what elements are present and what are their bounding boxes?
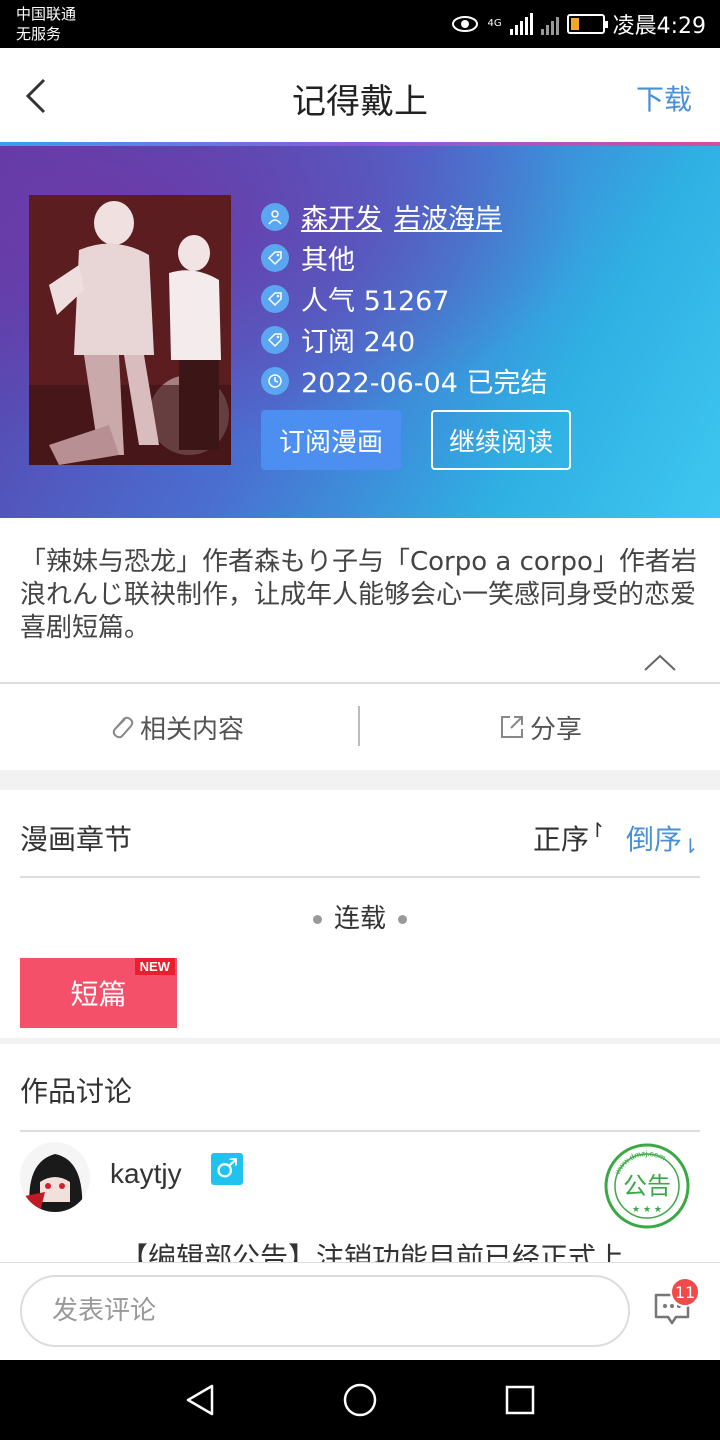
stamp-label: 公告 xyxy=(623,1172,671,1200)
nav-back-icon[interactable] xyxy=(180,1380,220,1420)
service-status: 无服务 xyxy=(16,25,62,43)
network-type-label: 4G xyxy=(487,18,502,29)
comment-bar: 11 xyxy=(0,1262,720,1360)
share-icon xyxy=(501,716,523,738)
banner-buttons: 订阅漫画 继续阅读 xyxy=(261,410,571,470)
stamp-stars-icon: ★ ★ ★ xyxy=(632,1205,662,1215)
system-nav-bar xyxy=(0,1360,720,1440)
chevron-up-icon[interactable] xyxy=(642,650,678,674)
male-gender-icon: ♂ xyxy=(211,1153,243,1185)
avatar[interactable] xyxy=(20,1142,90,1212)
sort-ascending-label: 正序 xyxy=(533,823,590,856)
clock-icon xyxy=(261,366,289,395)
subscription-count-text: 订阅 240 xyxy=(301,327,416,358)
section-gap xyxy=(0,770,720,790)
action-divider xyxy=(358,706,360,746)
comic-description: 「辣妹与恐龙」作者森もり子与「Corpo a corpo」作者岩浪れんじ联袂制作… xyxy=(20,547,697,643)
related-content-button[interactable]: 相关内容 xyxy=(106,684,244,770)
sort-ascending-button[interactable]: 正序↾ xyxy=(533,818,606,858)
carrier-name: 中国联通 xyxy=(16,5,77,23)
new-badge: NEW xyxy=(134,958,175,975)
cover-illustration xyxy=(29,195,231,465)
dot-icon xyxy=(398,915,407,924)
chapter-button[interactable]: 短篇 NEW xyxy=(20,958,177,1028)
discussion-section-title: 作品讨论 xyxy=(20,1075,133,1108)
subscription-row: 订阅 240 xyxy=(261,319,548,360)
share-label: 分享 xyxy=(530,714,583,745)
continue-reading-button[interactable]: 继续阅读 xyxy=(431,410,571,470)
category-text: 其他 xyxy=(301,245,355,276)
clock: 凌晨4:29 xyxy=(612,14,706,39)
tag-icon xyxy=(261,284,289,313)
date-status-text: 2022-06-04 已完结 xyxy=(301,368,548,399)
status-icons: 4G 凌晨4:29 xyxy=(451,8,706,40)
signal-2-icon xyxy=(540,13,559,35)
sort-descending-label: 倒序 xyxy=(626,823,683,856)
nav-home-icon[interactable] xyxy=(340,1380,380,1420)
section-gap xyxy=(0,1038,720,1044)
popularity-text: 人气 51267 xyxy=(301,286,450,317)
user-icon xyxy=(261,202,289,231)
dot-icon xyxy=(312,915,322,924)
comic-info: 森开发 岩波海岸 其他 人气 51267 订阅 240 2022-06-04 已… xyxy=(261,196,548,401)
carrier-info: 中国联通 无服务 xyxy=(16,4,76,44)
signal-icon xyxy=(509,13,533,35)
author-link[interactable]: 森开发 xyxy=(301,197,382,236)
comic-cover-image[interactable] xyxy=(29,195,231,465)
sort-down-icon: ⇂ xyxy=(682,834,699,858)
eye-icon xyxy=(452,16,479,32)
chapter-group-label: 连载 xyxy=(0,898,720,935)
message-count-badge: 11 xyxy=(670,1277,700,1307)
sort-up-icon: ↾ xyxy=(589,818,606,842)
chapter-group-text: 连载 xyxy=(333,904,386,934)
tag-icon xyxy=(261,243,289,272)
divider xyxy=(20,1130,700,1132)
announcement-stamp-icon: www.dmzj.com 公告 ★ ★ ★ xyxy=(604,1143,690,1229)
author-row: 森开发 岩波海岸 xyxy=(261,196,548,237)
page-title: 记得戴上 xyxy=(292,82,428,122)
related-content-label: 相关内容 xyxy=(140,714,245,745)
comment-input[interactable] xyxy=(20,1275,630,1347)
category-row: 其他 xyxy=(261,237,548,278)
avatar-image xyxy=(20,1142,90,1212)
status-bar: 中国联通 无服务 4G 凌晨4:29 xyxy=(0,0,720,48)
sort-descending-button[interactable]: 倒序⇂ xyxy=(626,818,699,858)
username[interactable]: kaytjy xyxy=(110,1158,182,1190)
share-button[interactable]: 分享 xyxy=(498,684,582,770)
date-status-row: 2022-06-04 已完结 xyxy=(261,360,548,401)
chapters-section-title: 漫画章节 xyxy=(20,823,133,856)
battery-icon xyxy=(566,14,608,34)
subscribe-button[interactable]: 订阅漫画 xyxy=(261,410,401,470)
download-button[interactable]: 下载 xyxy=(636,78,692,118)
author-link[interactable]: 岩波海岸 xyxy=(394,197,502,236)
action-row: 相关内容 分享 xyxy=(0,684,720,770)
comic-banner: 森开发 岩波海岸 其他 人气 51267 订阅 240 2022-06-04 已… xyxy=(0,146,720,518)
paperclip-icon xyxy=(112,716,134,739)
divider xyxy=(20,876,700,878)
nav-recents-icon[interactable] xyxy=(500,1380,540,1420)
tag-icon xyxy=(261,325,289,354)
popularity-row: 人气 51267 xyxy=(261,278,548,319)
chapter-label: 短篇 xyxy=(70,978,127,1011)
top-app-bar: 记得戴上 下载 xyxy=(0,48,720,144)
